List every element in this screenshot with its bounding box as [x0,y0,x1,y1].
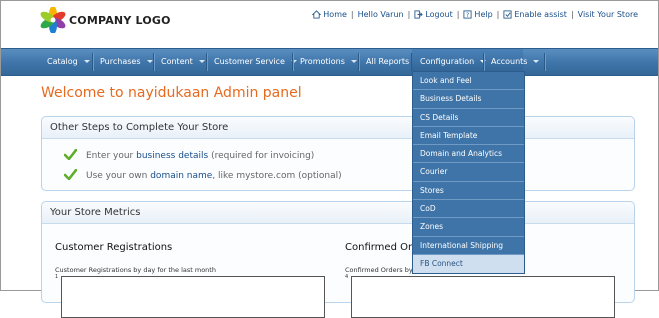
nav-label: Promotions [300,57,345,66]
chart-tick-label: 4 [345,274,349,280]
enable-assist-link[interactable]: Enable assist [514,10,567,19]
main-nav: Catalog Purchases Content Customer Servi… [1,48,658,76]
home-icon[interactable] [312,10,322,19]
checkmark-icon [64,169,77,180]
top-links: Home | Hello Varun | Logout | ? Help | E… [312,10,638,19]
nav-label: Accounts [491,57,528,66]
menu-item-fb-connect[interactable]: FB Connect [413,254,524,274]
chevron-down-icon [198,60,205,63]
step-text: (required for invoicing) [208,151,315,161]
nav-promotions[interactable]: Promotions [300,49,357,75]
company-logo-icon [40,7,66,33]
assist-icon[interactable] [503,10,512,19]
nav-label: Purchases [100,57,141,66]
nav-purchases[interactable]: Purchases [100,49,153,75]
domain-name-link[interactable]: domain name [150,171,212,181]
home-link[interactable]: Home [323,10,347,19]
step-text: Enter your [86,151,137,161]
nav-label: All Reports [366,57,410,66]
menu-item-look-and-feel[interactable]: Look and Feel [413,72,524,91]
menu-item-zones[interactable]: Zones [413,218,524,237]
business-details-link[interactable]: business details [136,151,208,161]
menu-item-domain-and-analytics[interactable]: Domain and Analytics [413,145,524,164]
chart-title-registrations: Customer Registrations [55,242,173,253]
nav-divider [358,53,359,71]
help-link[interactable]: Help [474,10,492,19]
logo-text: COMPANY LOGO [69,14,171,27]
nav-divider [483,53,484,71]
nav-content[interactable]: Content [161,49,205,75]
menu-item-cs-details[interactable]: CS Details [413,109,524,127]
nav-customer-service[interactable]: Customer Service [214,49,297,75]
separator: | [496,10,500,19]
nav-divider [92,53,93,71]
svg-text:?: ? [466,12,469,19]
step-business-details: Enter your business details (required fo… [64,149,314,161]
metrics-panel: Your Store Metrics Customer Registration… [41,201,635,318]
nav-divider [544,53,545,71]
nav-divider [153,53,154,71]
separator: | [456,10,460,19]
chevron-down-icon [83,60,90,63]
nav-divider [206,53,207,71]
step-text: Use your own [86,171,151,181]
greeting-text: Hello Varun [357,10,404,19]
nav-label: Configuration [420,57,475,66]
help-icon[interactable]: ? [463,10,472,19]
separator: | [407,10,411,19]
step-text: , like mystore.com (optional) [212,171,342,181]
page-title: Welcome to nayidukaan Admin panel [41,85,302,101]
chart-tick-label: 1 [55,274,59,280]
nav-label: Content [161,57,193,66]
configuration-dropdown: Look and Feel Business Details CS Detail… [412,71,525,275]
step-domain-name: Use your own domain name, like mystore.c… [64,169,342,181]
orders-chart [351,276,615,318]
nav-divider [292,53,293,71]
nav-all-reports[interactable]: All Reports [366,49,409,75]
menu-item-stores[interactable]: Stores [413,182,524,201]
menu-item-courier[interactable]: Courier [413,163,524,182]
metrics-panel-title: Your Store Metrics [42,202,634,224]
separator: | [350,10,354,19]
nav-catalog[interactable]: Catalog [47,49,90,75]
logout-link[interactable]: Logout [425,10,452,19]
separator: | [570,10,574,19]
menu-item-email-template[interactable]: Email Template [413,127,524,146]
nav-label: Catalog [47,57,78,66]
chevron-down-icon [350,60,357,63]
chart-subtitle-registrations: Customer Registrations by day for the la… [55,266,216,274]
steps-panel: Other Steps to Complete Your Store Enter… [41,116,635,191]
chart-subtitle-orders: Confirmed Orders by [345,266,413,274]
registrations-chart [61,276,325,318]
menu-item-cod[interactable]: CoD [413,200,524,219]
chevron-down-icon [146,60,153,63]
menu-item-international-shipping[interactable]: International Shipping [413,237,524,255]
nav-label: Customer Service [214,57,285,66]
checkmark-icon [64,149,77,160]
chevron-down-icon [533,60,540,63]
steps-panel-title: Other Steps to Complete Your Store [42,117,634,139]
visit-store-link[interactable]: Visit Your Store [578,10,638,19]
logout-icon[interactable] [414,10,424,19]
menu-item-business-details[interactable]: Business Details [413,90,524,109]
